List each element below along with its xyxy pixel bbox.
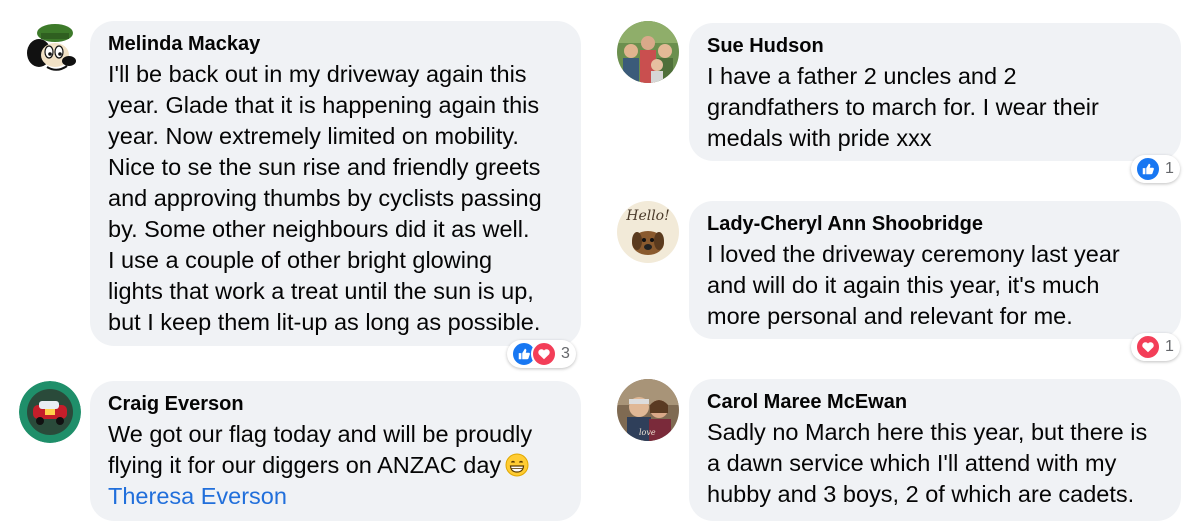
comment-bubble: Lady-Cheryl Ann Shoobridge I loved the d… [689, 201, 1181, 339]
hello-dog-avatar-icon: Hello! [617, 201, 679, 263]
comment-line-text: flying it for our diggers on ANZAC day [108, 452, 502, 478]
comment-line: Sadly no March here this year, but there… [707, 419, 1148, 445]
cartoon-dog-avatar-icon [19, 19, 81, 81]
couple-photo-avatar-icon: love [617, 379, 679, 441]
reaction-summary[interactable]: 1 [1131, 333, 1180, 361]
avatar[interactable]: Hello! [617, 201, 679, 263]
comment-text: We got our flag today and will be proudl… [108, 419, 563, 512]
comment-author[interactable]: Craig Everson [108, 391, 563, 417]
comment-line: I have a father 2 uncles and 2 [707, 63, 1017, 89]
comment-line: lights that work a treat until the sun i… [108, 278, 534, 304]
avatar[interactable] [19, 381, 81, 443]
comment-text: I'll be back out in my driveway again th… [108, 59, 563, 338]
comment-line: I loved the driveway ceremony last year [707, 241, 1120, 267]
comment-line: year. Now extremely limited on mobility. [108, 123, 519, 149]
svg-text:Hello!: Hello! [625, 208, 670, 224]
comment-text: I have a father 2 uncles and 2 grandfath… [707, 61, 1163, 154]
comment-line: by. Some other neighbours did it as well… [108, 216, 530, 242]
comment-bubble: Carol Maree McEwan Sadly no March here t… [689, 379, 1181, 521]
comment-line: more personal and relevant for me. [707, 303, 1073, 329]
comment-line: flying it for our diggers on ANZAC day [108, 450, 563, 481]
reaction-count: 1 [1165, 338, 1174, 355]
comment-author[interactable]: Melinda Mackay [108, 31, 563, 57]
like-reaction-icon [1135, 156, 1161, 182]
comment-line: year. Glade that it is happening again t… [108, 92, 540, 118]
comment-text: I loved the driveway ceremony last year … [707, 239, 1163, 332]
reaction-summary[interactable]: 3 [507, 340, 576, 368]
svg-text:love: love [639, 428, 656, 437]
avatar[interactable] [617, 21, 679, 83]
comment-line: I use a couple of other bright glowing [108, 247, 493, 273]
comment-author[interactable]: Sue Hudson [707, 33, 1163, 59]
avatar[interactable]: love [617, 379, 679, 441]
comment-line: but I keep them lit-up as long as possib… [108, 309, 541, 335]
red-car-badge-avatar-icon [19, 381, 81, 443]
comment-line: We got our flag today and will be proudl… [108, 421, 533, 447]
comment-text: Sadly no March here this year, but there… [707, 417, 1163, 510]
reaction-summary[interactable]: 1 [1131, 155, 1180, 183]
comment-line: and approving thumbs by cyclists passing [108, 185, 542, 211]
comment-line: Nice to se the sun rise and friendly gre… [108, 154, 541, 180]
comment-author[interactable]: Lady-Cheryl Ann Shoobridge [707, 211, 1163, 237]
comment-line: and will do it again this year, it's muc… [707, 272, 1100, 298]
comment-line: grandfathers to march for. I wear their [707, 94, 1099, 120]
comment-author[interactable]: Carol Maree McEwan [707, 389, 1163, 415]
comment-line: a dawn service which I'll attend with my [707, 450, 1117, 476]
comment-bubble: Melinda Mackay I'll be back out in my dr… [90, 21, 581, 346]
mention-link[interactable]: Theresa Everson [108, 481, 563, 512]
comment-line: I'll be back out in my driveway again th… [108, 61, 527, 87]
grinning-face-icon [505, 453, 529, 477]
family-photo-avatar-icon [617, 21, 679, 83]
love-reaction-icon [1135, 334, 1161, 360]
avatar[interactable] [19, 19, 81, 81]
comment-bubble: Sue Hudson I have a father 2 uncles and … [689, 23, 1181, 161]
reaction-count: 3 [561, 345, 570, 362]
comment-line: hubby and 3 boys, 2 of which are cadets. [707, 481, 1135, 507]
love-reaction-icon [531, 341, 557, 367]
reaction-count: 1 [1165, 160, 1174, 177]
comment-line: medals with pride xxx [707, 125, 932, 151]
comment-bubble: Craig Everson We got our flag today and … [90, 381, 581, 521]
